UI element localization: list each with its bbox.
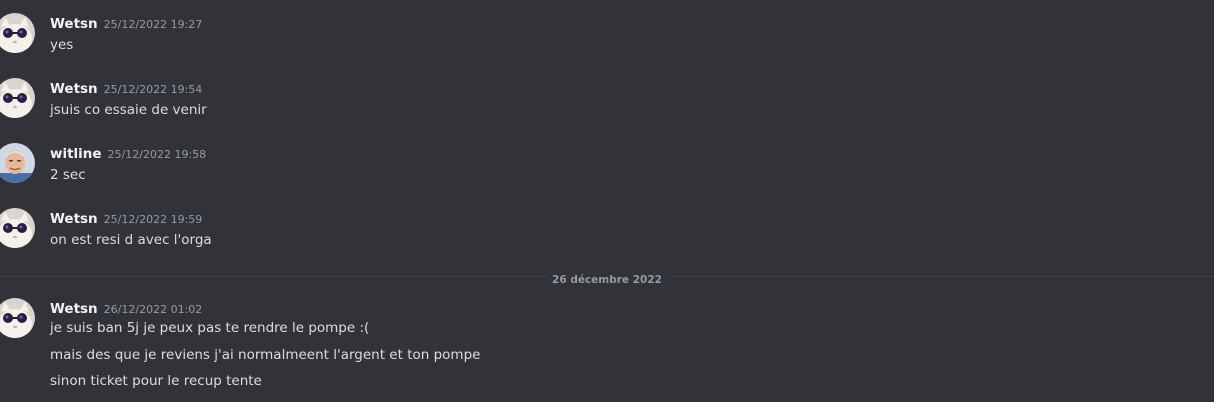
message-text: mais des que je reviens j'ai normalmeent… bbox=[50, 347, 481, 363]
timestamp: 25/12/2022 19:27 bbox=[103, 18, 203, 31]
date-divider-label: 26 décembre 2022 bbox=[546, 272, 668, 288]
timestamp: 26/12/2022 01:02 bbox=[103, 303, 203, 316]
message-text: je suis ban 5j je peux pas te rendre le … bbox=[50, 320, 370, 336]
cat-sunglasses-avatar-icon[interactable] bbox=[0, 208, 35, 248]
cat-sunglasses-avatar-icon[interactable] bbox=[0, 78, 35, 118]
message-header: Wetsn 25/12/2022 19:59 bbox=[50, 208, 202, 228]
cat-sunglasses-avatar-icon[interactable] bbox=[0, 13, 35, 53]
message-header: witline 25/12/2022 19:58 bbox=[50, 143, 206, 163]
cat-sunglasses-avatar-icon[interactable] bbox=[0, 298, 35, 338]
username[interactable]: Wetsn bbox=[50, 16, 98, 32]
username[interactable]: Wetsn bbox=[50, 211, 98, 227]
timestamp: 25/12/2022 19:54 bbox=[103, 83, 203, 96]
username[interactable]: witline bbox=[50, 146, 102, 162]
message-header: Wetsn 26/12/2022 01:02 bbox=[50, 298, 202, 318]
timestamp: 25/12/2022 19:59 bbox=[103, 213, 203, 226]
old-man-avatar-icon[interactable] bbox=[0, 143, 35, 183]
message-text: jsuis co essaie de venir bbox=[50, 102, 207, 118]
username[interactable]: Wetsn bbox=[50, 301, 98, 317]
username[interactable]: Wetsn bbox=[50, 81, 98, 97]
message-text: 2 sec bbox=[50, 167, 86, 183]
message-text: on est resi d avec l'orga bbox=[50, 232, 212, 248]
timestamp: 25/12/2022 19:58 bbox=[107, 148, 207, 161]
message-header: Wetsn 25/12/2022 19:54 bbox=[50, 78, 202, 98]
date-divider: 26 décembre 2022 bbox=[0, 268, 1214, 288]
chat-message-list: Wetsn 25/12/2022 19:27 yes Wetsn 25/12/202… bbox=[0, 0, 1214, 402]
message-text: sinon ticket pour le recup tente bbox=[50, 373, 262, 389]
message-text: yes bbox=[50, 37, 74, 53]
message-header: Wetsn 25/12/2022 19:27 bbox=[50, 13, 202, 33]
